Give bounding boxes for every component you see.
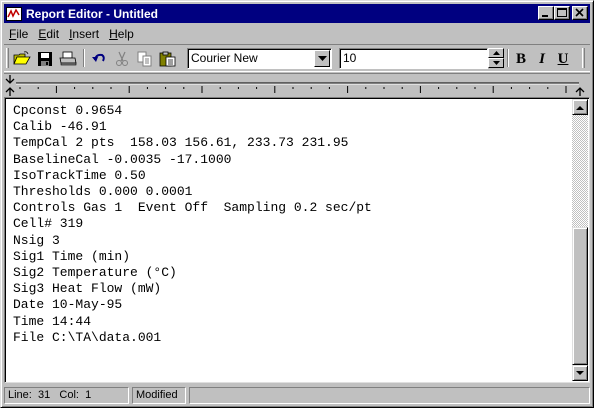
close-icon xyxy=(575,8,584,17)
app-icon[interactable] xyxy=(6,6,22,21)
line-label: Line: xyxy=(8,389,32,401)
spin-up-button[interactable] xyxy=(488,48,504,58)
document-line[interactable]: Date 10-May-95 xyxy=(13,297,568,313)
status-message-panel xyxy=(189,387,590,404)
vertical-scrollbar[interactable] xyxy=(572,99,588,381)
font-size-spinner[interactable] xyxy=(488,48,504,69)
report-editor-window: Report Editor - Untitled File Edit Inser… xyxy=(0,0,594,408)
document-line[interactable]: Thresholds 0.000 0.0001 xyxy=(13,184,568,200)
menu-help-label: elp xyxy=(117,26,134,41)
col-value: 1 xyxy=(85,389,92,401)
printer-icon xyxy=(59,51,77,66)
menu-insert[interactable]: Insert xyxy=(64,27,104,41)
arrow-up-icon xyxy=(492,51,500,55)
menu-insert-label: nsert xyxy=(72,26,100,41)
italic-button[interactable]: I xyxy=(531,48,553,70)
toolbar-grip[interactable] xyxy=(6,48,9,68)
document-line[interactable]: Cpconst 0.9654 xyxy=(13,103,568,119)
copy-button[interactable] xyxy=(134,48,156,70)
scroll-thumb[interactable] xyxy=(572,227,588,365)
menu-bar: File Edit Insert Help xyxy=(4,24,139,43)
toolbar-separator xyxy=(83,49,85,67)
menu-file-label: ile xyxy=(16,26,29,41)
close-button[interactable] xyxy=(572,6,588,20)
bold-button[interactable]: B xyxy=(510,48,532,70)
status-bar: Line: 31 Col: 1 Modified xyxy=(4,386,590,404)
font-name-value: Courier New xyxy=(191,51,258,65)
font-dropdown-button[interactable] xyxy=(314,50,330,67)
menu-file[interactable]: File xyxy=(4,27,33,41)
cut-scissors-icon xyxy=(116,51,128,66)
save-disk-icon xyxy=(38,52,52,66)
document-line[interactable]: Calib -46.91 xyxy=(13,119,568,135)
document-line[interactable]: TempCal 2 pts 158.03 156.61, 233.73 231.… xyxy=(13,135,568,151)
paste-icon xyxy=(159,51,176,67)
document-line[interactable]: Sig1 Time (min) xyxy=(13,249,568,265)
title-bar[interactable]: Report Editor - Untitled xyxy=(4,4,590,23)
menu-edit[interactable]: Edit xyxy=(33,27,64,41)
maximize-icon xyxy=(557,8,567,17)
minimize-button[interactable] xyxy=(538,6,554,20)
arrow-down-icon xyxy=(576,370,584,375)
toolbar-grip-end[interactable] xyxy=(582,48,585,68)
toolbar: Courier New 10 B I U xyxy=(4,44,590,72)
underline-icon: U xyxy=(557,50,569,67)
cut-button[interactable] xyxy=(111,48,133,70)
modified-status-panel: Modified xyxy=(132,387,186,404)
open-folder-icon xyxy=(13,51,31,65)
document-line[interactable]: Cell# 319 xyxy=(13,216,568,232)
document-line[interactable]: Sig2 Temperature (°C) xyxy=(13,265,568,281)
undo-button[interactable] xyxy=(88,48,110,70)
document-line[interactable]: Controls Gas 1 Event Off Sampling 0.2 se… xyxy=(13,200,568,216)
document-text-area[interactable]: Cpconst 0.9654 Calib -46.91 TempCal 2 pts … xyxy=(13,103,568,381)
document-line[interactable]: Nsig 3 xyxy=(13,233,568,249)
undo-icon xyxy=(92,53,105,62)
open-button[interactable] xyxy=(11,48,33,70)
toolbar-separator xyxy=(507,49,509,67)
print-button[interactable] xyxy=(57,48,79,70)
underline-button[interactable]: U xyxy=(552,48,574,70)
menu-edit-label: dit xyxy=(46,26,60,41)
maximize-button[interactable] xyxy=(554,6,570,20)
document-line[interactable]: Sig3 Heat Flow (mW) xyxy=(13,281,568,297)
copy-icon xyxy=(137,51,152,67)
document-line[interactable]: Time 14:44 xyxy=(13,314,568,330)
right-indent-marker-icon[interactable] xyxy=(575,86,585,96)
minimize-icon xyxy=(542,15,548,17)
first-indent-marker-icon[interactable] xyxy=(5,75,15,85)
spin-down-button[interactable] xyxy=(488,58,504,68)
ruler-track xyxy=(16,82,579,93)
line-value: 31 xyxy=(37,389,51,401)
font-size-value: 10 xyxy=(343,51,357,65)
document-line[interactable]: BaselineCal -0.0035 -17.1000 xyxy=(13,152,568,168)
menu-help[interactable]: Help xyxy=(104,27,139,41)
document-editor[interactable]: Cpconst 0.9654 Calib -46.91 TempCal 2 pts … xyxy=(4,97,590,383)
document-line[interactable]: IsoTrackTime 0.50 xyxy=(13,168,568,184)
scroll-down-button[interactable] xyxy=(572,365,588,381)
left-indent-marker-icon[interactable] xyxy=(5,86,15,96)
scroll-up-button[interactable] xyxy=(572,99,588,115)
italic-icon: I xyxy=(539,50,545,67)
document-line[interactable]: File C:\TA\data.001 xyxy=(13,330,568,346)
bold-icon: B xyxy=(515,50,526,67)
font-size-field[interactable]: 10 xyxy=(339,48,488,69)
modified-status: Modified xyxy=(136,389,178,401)
window-title: Report Editor - Untitled xyxy=(26,6,158,21)
arrow-down-icon xyxy=(492,61,500,65)
save-button[interactable] xyxy=(34,48,56,70)
font-name-select[interactable]: Courier New xyxy=(187,48,332,69)
cursor-position-panel: Line: 31 Col: 1 xyxy=(4,387,129,404)
arrow-up-icon xyxy=(576,105,584,110)
ruler[interactable] xyxy=(4,73,590,97)
chevron-down-icon xyxy=(317,55,327,61)
paste-button[interactable] xyxy=(157,48,179,70)
menu-help-accel: H xyxy=(109,26,118,41)
col-label: Col: xyxy=(59,389,79,401)
